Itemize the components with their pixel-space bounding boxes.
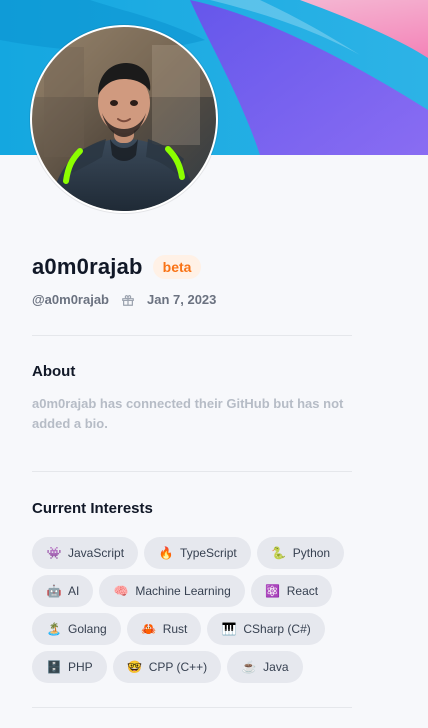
interest-label: Machine Learning xyxy=(135,584,231,598)
username: a0m0rajab xyxy=(32,254,143,279)
profile-meta: @a0m0rajab Jan 7, 2023 xyxy=(32,292,216,307)
interest-chip-java[interactable]: ☕ Java xyxy=(227,651,303,683)
interest-emoji: 🏝️ xyxy=(46,622,62,636)
interest-label: React xyxy=(286,584,319,598)
divider-bottom xyxy=(32,707,352,708)
interest-label: TypeScript xyxy=(180,546,237,560)
interest-list: 👾 JavaScript 🔥 TypeScript 🐍 Python 🤖 AI … xyxy=(32,537,362,683)
gift-icon xyxy=(121,293,135,307)
bio-text: a0m0rajab has connected their GitHub but… xyxy=(32,396,344,431)
interest-chip-csharp[interactable]: 🎹 CSharp (C#) xyxy=(207,613,325,645)
interest-label: Rust xyxy=(162,622,188,636)
interest-emoji: 🐍 xyxy=(271,546,287,560)
interest-emoji: ☕ xyxy=(241,660,257,674)
interest-chip-ai[interactable]: 🤖 AI xyxy=(32,575,94,607)
avatar xyxy=(30,25,218,213)
divider-middle xyxy=(32,471,352,472)
interest-emoji: 🗄️ xyxy=(46,660,62,674)
interest-emoji: 🦀 xyxy=(141,622,157,636)
interest-chip-rust[interactable]: 🦀 Rust xyxy=(126,613,202,645)
interest-chip-cpp[interactable]: 🤓 CPP (C++) xyxy=(112,651,222,683)
interest-chip-php[interactable]: 🗄️ PHP xyxy=(32,651,107,683)
interest-emoji: 🎹 xyxy=(221,622,237,636)
interest-emoji: ⚛️ xyxy=(265,584,281,598)
join-date: Jan 7, 2023 xyxy=(147,292,217,307)
interest-chip-javascript[interactable]: 👾 JavaScript xyxy=(32,537,139,569)
interest-chip-python[interactable]: 🐍 Python xyxy=(256,537,345,569)
interest-label: PHP xyxy=(68,660,93,674)
profile-photo xyxy=(32,27,216,211)
interest-chip-golang[interactable]: 🏝️ Golang xyxy=(32,613,121,645)
interest-label: JavaScript xyxy=(68,546,125,560)
interest-label: Python xyxy=(292,546,331,560)
about-title: About xyxy=(32,363,76,380)
interest-label: CPP (C++) xyxy=(148,660,208,674)
handle: @a0m0rajab xyxy=(32,292,109,307)
interest-chip-typescript[interactable]: 🔥 TypeScript xyxy=(144,537,251,569)
divider-top xyxy=(32,335,352,336)
interest-chip-machine-learning[interactable]: 🧠 Machine Learning xyxy=(99,575,245,607)
interest-emoji: 🤖 xyxy=(46,584,62,598)
interest-emoji: 🔥 xyxy=(158,546,174,560)
interest-label: Java xyxy=(263,660,289,674)
interests-title: Current Interests xyxy=(32,500,153,517)
profile-name-row: a0m0rajab beta xyxy=(32,254,202,280)
interest-emoji: 👾 xyxy=(46,546,62,560)
beta-badge: beta xyxy=(152,255,202,279)
interest-emoji: 🧠 xyxy=(113,584,129,598)
interest-chip-react[interactable]: ⚛️ React xyxy=(250,575,333,607)
interest-emoji: 🤓 xyxy=(127,660,143,674)
interest-label: CSharp (C#) xyxy=(243,622,311,636)
interest-label: Golang xyxy=(68,622,107,636)
interest-label: AI xyxy=(68,584,80,598)
